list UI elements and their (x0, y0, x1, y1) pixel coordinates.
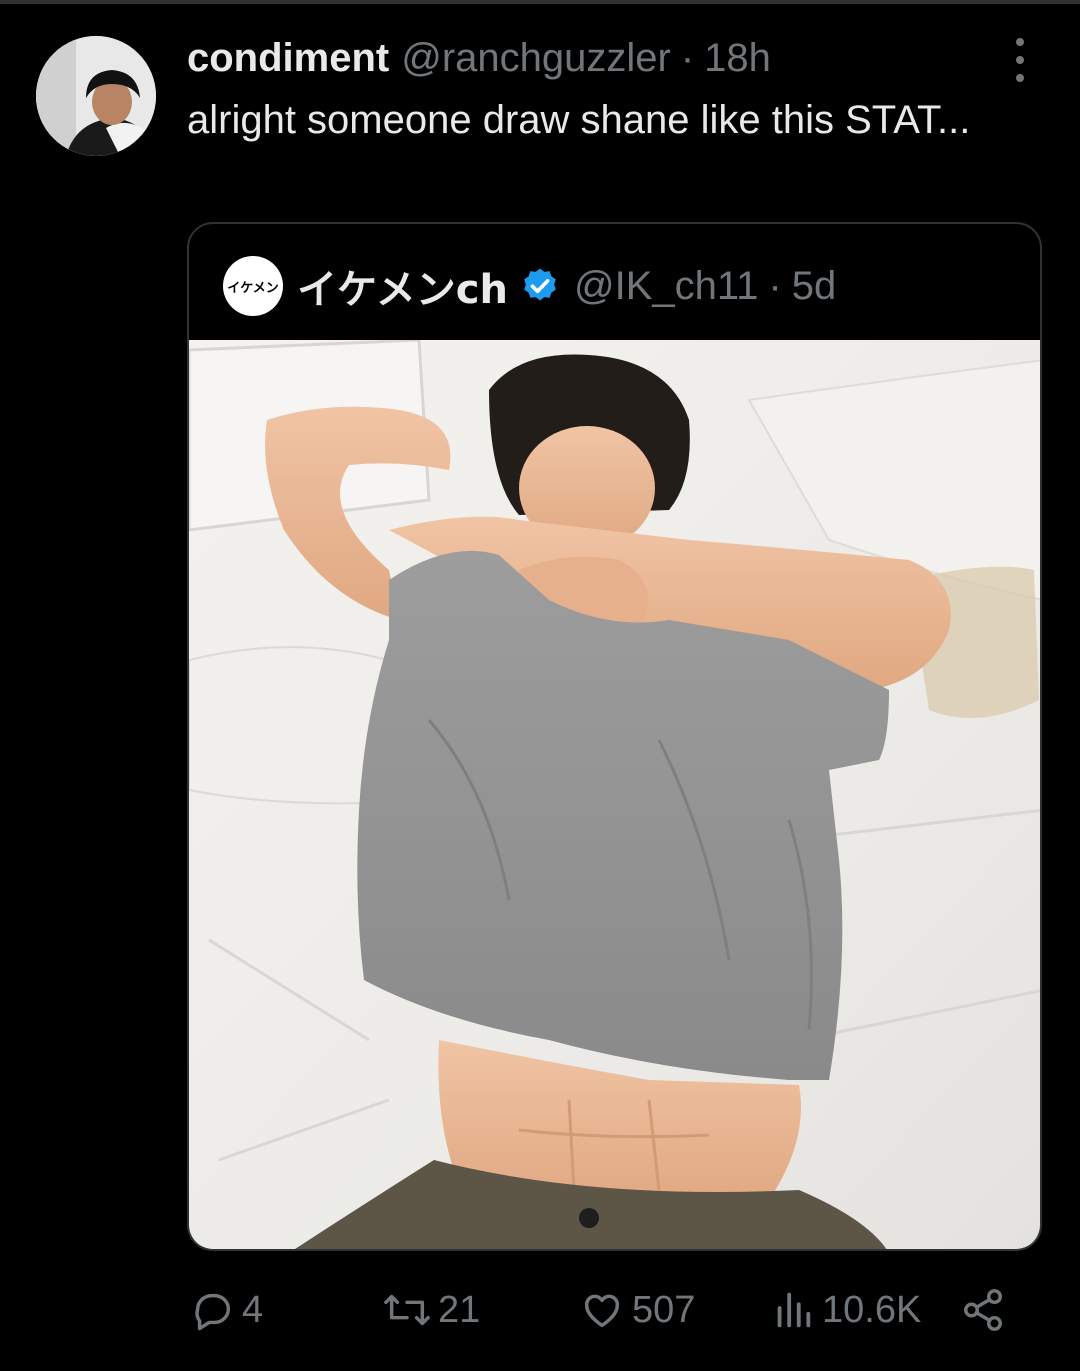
quoted-tweet-header: イケメン イケメンch @IK_ch11 · 5d (223, 254, 836, 318)
handle[interactable]: @ranchguzzler (401, 36, 671, 81)
retweet-icon (384, 1294, 430, 1326)
verified-badge-icon (524, 268, 556, 301)
avatar-image (36, 36, 156, 156)
quoted-timestamp[interactable]: 5d (792, 264, 837, 309)
display-name[interactable]: condiment (187, 36, 389, 81)
quoted-handle[interactable]: @IK_ch11 (574, 264, 758, 309)
retweet-count: 21 (438, 1288, 481, 1331)
reply-icon (195, 1293, 230, 1331)
views-button[interactable]: 10.6K (770, 1280, 921, 1340)
quoted-avatar[interactable]: イケメン (223, 256, 283, 316)
quoted-photo[interactable] (189, 340, 1042, 1251)
tweet-header: condiment @ranchguzzler · 18h (187, 30, 771, 86)
retweet-button[interactable]: 21 (382, 1280, 480, 1340)
like-icon (584, 1294, 620, 1328)
separator-dot: · (680, 35, 695, 80)
like-count: 507 (632, 1288, 696, 1331)
timestamp[interactable]: 18h (704, 36, 771, 81)
top-divider (0, 0, 1080, 4)
views-count: 10.6K (822, 1288, 922, 1331)
share-button[interactable] (960, 1280, 1012, 1340)
like-button[interactable]: 507 (578, 1280, 695, 1340)
views-icon (777, 1292, 811, 1328)
action-bar: 4 21 507 10.6K (0, 1280, 1080, 1340)
reply-count: 4 (242, 1288, 264, 1331)
avatar[interactable] (36, 36, 156, 156)
quoted-tweet[interactable]: イケメン イケメンch @IK_ch11 · 5d (187, 222, 1042, 1251)
quoted-separator-dot: · (768, 263, 782, 308)
more-options-icon[interactable] (1004, 38, 1036, 82)
reply-button[interactable]: 4 (190, 1280, 263, 1340)
share-icon (964, 1289, 1002, 1331)
tweet-text: alright someone draw shane like this STA… (187, 98, 971, 142)
quoted-display-name[interactable]: イケメンch (297, 257, 508, 315)
